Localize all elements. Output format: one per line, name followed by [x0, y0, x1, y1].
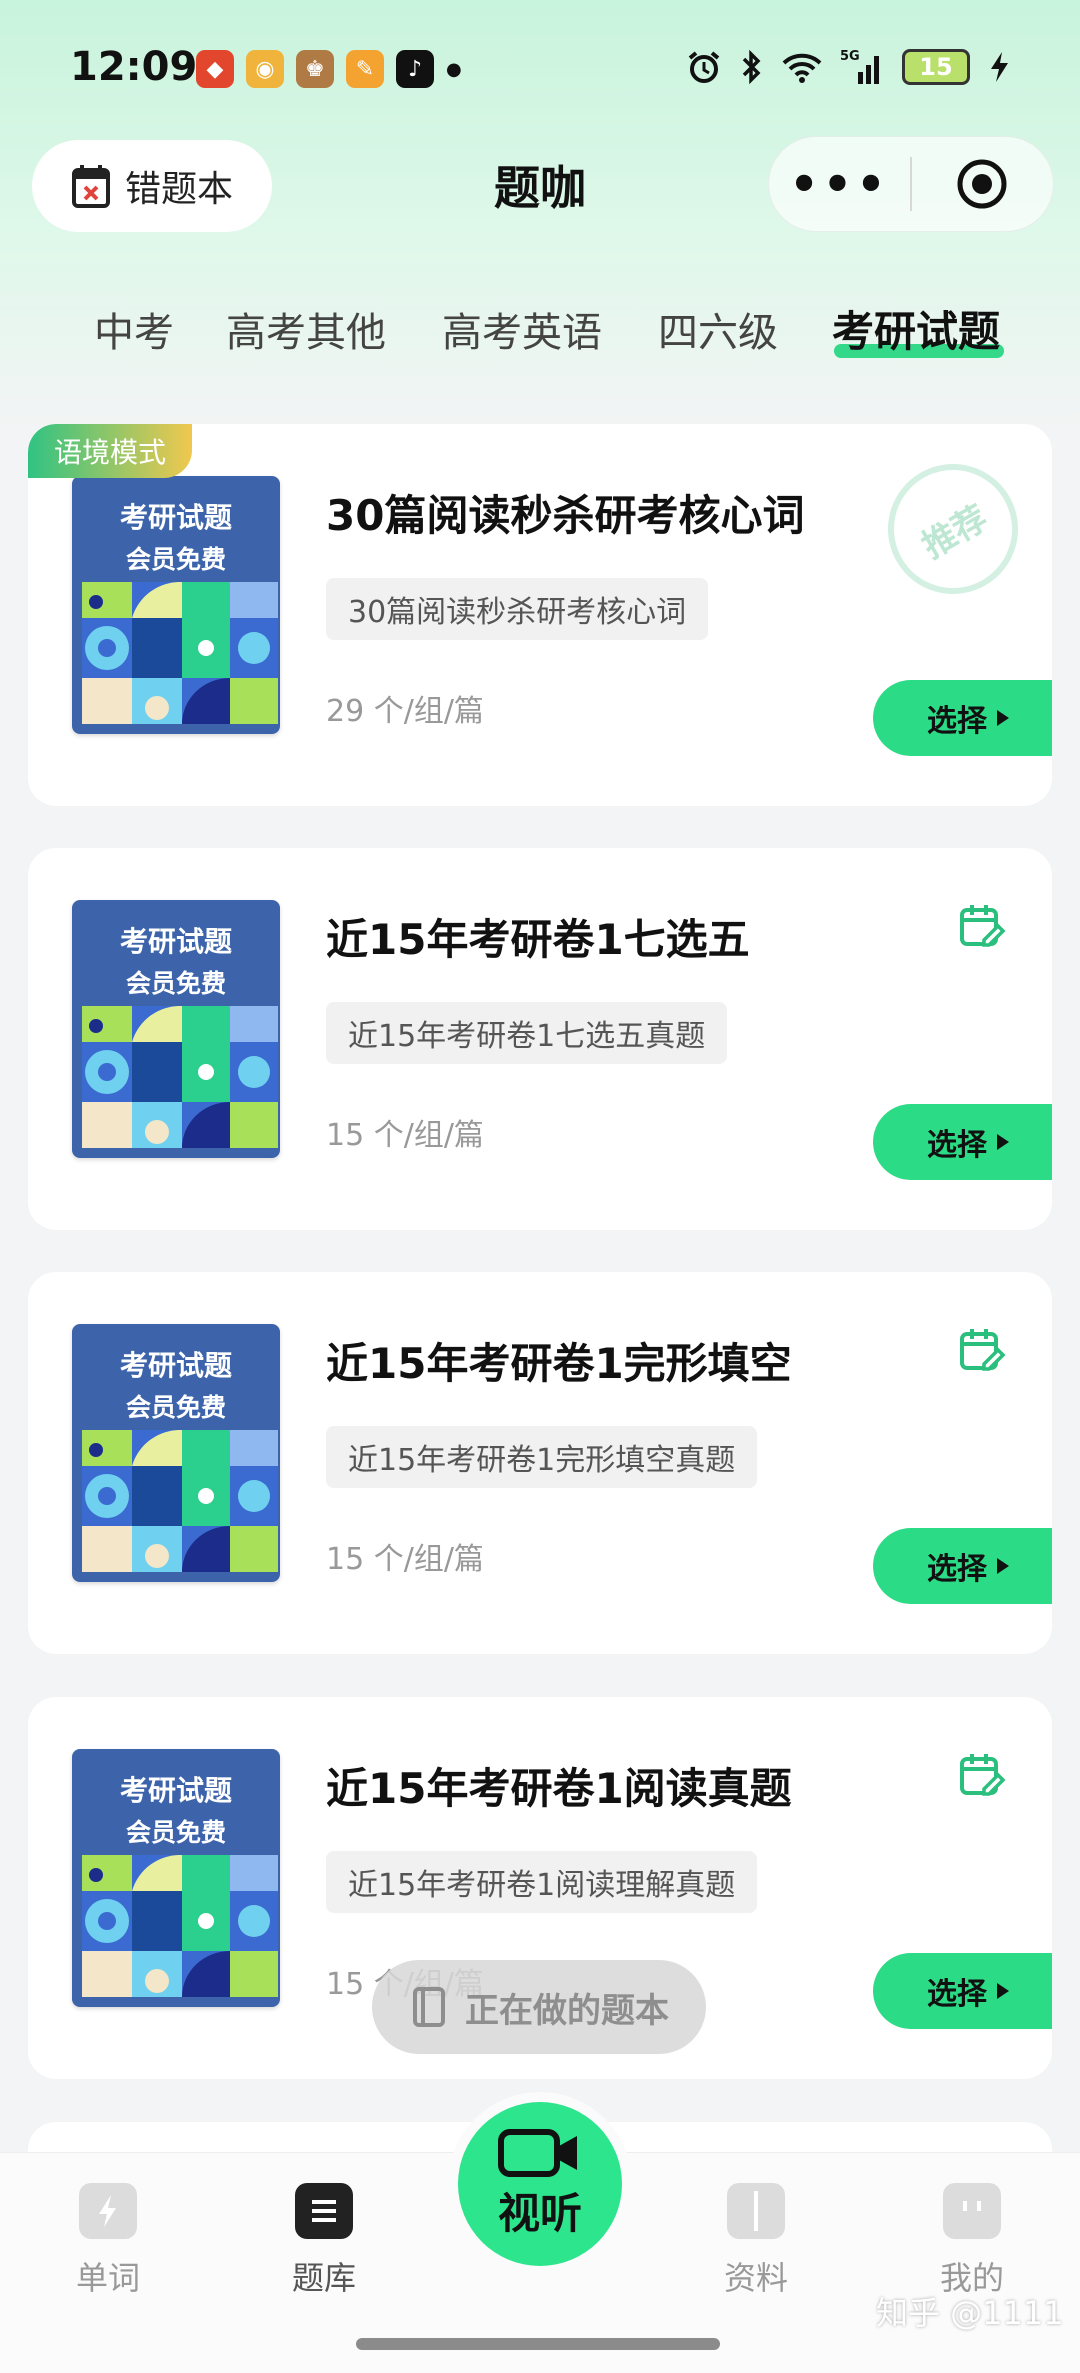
current-book-button[interactable]: 正在做的题本	[372, 1960, 706, 2054]
select-label: 选择	[927, 1128, 987, 1163]
signal-icon: 5G	[840, 49, 879, 84]
card-tag: 30篇阅读秒杀研考核心词	[326, 578, 709, 640]
select-label: 选择	[927, 704, 987, 739]
card-title: 近15年考研卷1完形填空	[326, 1339, 792, 1388]
cover-title: 考研试题	[119, 501, 232, 534]
book-cover: 考研试题 会员免费	[72, 476, 280, 734]
select-button[interactable]: 选择	[873, 680, 1052, 756]
tab-kaoyan[interactable]: 考研试题	[832, 298, 1000, 359]
materials-icon	[727, 2183, 785, 2239]
context-mode-badge: 语境模式	[28, 424, 193, 478]
card-tag: 近15年考研卷1完形填空真题	[326, 1426, 758, 1488]
edit-calendar-icon[interactable]	[958, 902, 1006, 950]
select-label: 选择	[927, 1977, 987, 2012]
bluetooth-icon	[742, 49, 761, 85]
status-bar: 12:09 ◆ ◉ ♚ ✎ ♪ ● 5G 15	[0, 0, 1080, 140]
card-title: 30篇阅读秒杀研考核心词	[326, 491, 805, 540]
svg-text:5G: 5G	[840, 49, 860, 64]
tab-gaokao-other[interactable]: 高考其他	[226, 300, 386, 358]
nav-video[interactable]: 视听	[458, 2102, 622, 2266]
cover-geometric-art	[82, 1006, 278, 1148]
play-arrow-icon	[997, 710, 1009, 726]
book-cover: 考研试题 会员免费	[72, 1324, 280, 1582]
tab-gaokao-english[interactable]: 高考英语	[442, 300, 602, 358]
nav-video-label: 视听	[497, 2188, 582, 2238]
play-arrow-icon	[997, 1134, 1009, 1150]
category-tabs: ⁣ 中考 高考其他 高考英语 四六级 考研试题	[0, 290, 1080, 370]
cover-geometric-art	[82, 1855, 278, 1997]
card-title: 近15年考研卷1阅读真题	[326, 1764, 792, 1813]
alarm-icon	[688, 51, 720, 83]
game-icon: ♚	[296, 50, 334, 88]
edit-calendar-icon[interactable]	[958, 1751, 1006, 1799]
weibo-icon: ◉	[246, 50, 284, 88]
cover-subtitle: 会员免费	[125, 969, 226, 998]
cover-geometric-art	[82, 1430, 278, 1572]
cover-title: 考研试题	[119, 1349, 232, 1382]
current-book-label: 正在做的题本	[465, 1990, 669, 2031]
home-indicator[interactable]	[356, 2338, 720, 2350]
card-tag: 近15年考研卷1阅读理解真题	[326, 1851, 758, 1913]
reading-app-icon: ✎	[346, 50, 384, 88]
nav-mine[interactable]: 我的	[912, 2183, 1032, 2299]
card-count: 15 个/组/篇	[326, 1118, 484, 1153]
nav-words[interactable]: 单词	[48, 2183, 168, 2299]
select-button[interactable]: 选择	[873, 1104, 1052, 1180]
system-icons: 5G 15	[686, 48, 1010, 86]
shopping-app-icon: ◆	[196, 50, 234, 88]
cover-subtitle: 会员免费	[125, 545, 226, 574]
card-title: 近15年考研卷1七选五	[326, 915, 750, 964]
cover-title: 考研试题	[119, 1774, 232, 1807]
lightning-icon	[79, 2183, 137, 2239]
nav-question-bank-label: 题库	[291, 2259, 356, 2297]
charging-icon	[991, 52, 1008, 82]
more-button[interactable]: •••	[769, 136, 910, 232]
card-tag: 近15年考研卷1七选五真题	[326, 1002, 728, 1064]
wifi-icon	[782, 53, 822, 83]
cover-subtitle: 会员免费	[125, 1393, 226, 1422]
battery-indicator: 15	[902, 49, 970, 85]
book-card[interactable]: 考研试题 会员免费 近15年考研卷1完形填空 近15年考研卷1完形填空真题 15…	[28, 1272, 1052, 1654]
close-button[interactable]	[912, 136, 1053, 232]
book-icon	[413, 1987, 445, 2027]
book-cover: 考研试题 会员免费	[72, 900, 280, 1158]
watermark: 知乎 @1111	[876, 2294, 1064, 2332]
nav-question-bank[interactable]: 题库	[264, 2183, 384, 2299]
tab-zhongkao[interactable]: 中考	[94, 300, 174, 358]
play-arrow-icon	[997, 1558, 1009, 1574]
nav-materials-label: 资料	[723, 2259, 788, 2297]
select-label: 选择	[927, 1552, 987, 1587]
cover-title: 考研试题	[119, 925, 232, 958]
profile-icon	[943, 2183, 1001, 2239]
video-camera-icon	[498, 2128, 577, 2177]
book-card[interactable]: 考研试题 会员免费 语境模式 推荐 30篇阅读秒杀研考核心词 30篇阅读秒杀研考…	[28, 424, 1052, 806]
question-bank-icon	[295, 2183, 353, 2239]
status-time: 12:09	[70, 44, 198, 90]
edit-calendar-icon[interactable]	[958, 1326, 1006, 1374]
nav-materials[interactable]: 资料	[696, 2183, 816, 2299]
mini-program-capsule: •••	[768, 136, 1054, 232]
notification-icons: ◆ ◉ ♚ ✎ ♪ ●	[196, 50, 462, 88]
select-button[interactable]: 选择	[873, 1953, 1052, 2029]
card-count: 15 个/组/篇	[326, 1542, 484, 1577]
target-close-icon	[957, 159, 1007, 209]
book-cover: 考研试题 会员免费	[72, 1749, 280, 2007]
more-notifications-dot-icon: ●	[446, 58, 462, 80]
cover-geometric-art	[82, 582, 278, 724]
nav-words-label: 单词	[75, 2259, 140, 2297]
tiktok-icon: ♪	[396, 50, 434, 88]
select-button[interactable]: 选择	[873, 1528, 1052, 1604]
book-card[interactable]: 考研试题 会员免费 近15年考研卷1七选五 近15年考研卷1七选五真题 15 个…	[28, 848, 1052, 1230]
cover-subtitle: 会员免费	[125, 1818, 226, 1847]
tab-cet[interactable]: 四六级	[658, 300, 778, 358]
play-arrow-icon	[997, 1983, 1009, 1999]
card-count: 29 个/组/篇	[326, 694, 484, 729]
recommended-stamp: 推荐	[864, 440, 1042, 618]
